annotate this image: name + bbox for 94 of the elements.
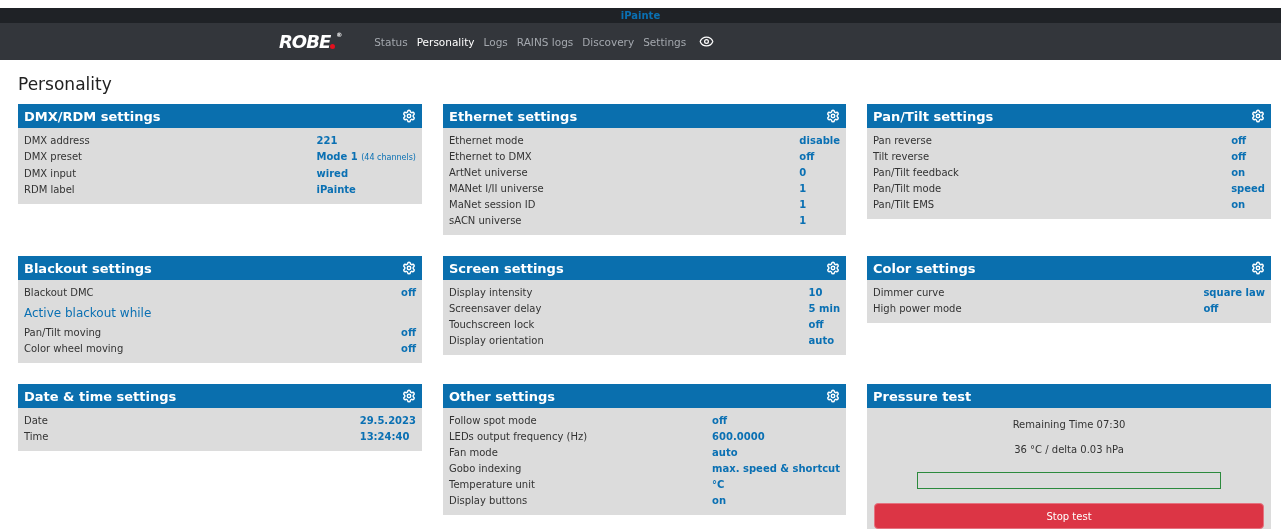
gear-icon[interactable] (826, 389, 840, 403)
setting-value[interactable]: auto (712, 445, 840, 461)
setting-label: Pan/Tilt mode (873, 182, 943, 196)
setting-label: Display buttons (449, 494, 529, 508)
setting-value[interactable]: off (808, 317, 840, 333)
nav-link[interactable]: Settings (643, 35, 687, 48)
panel-title: Other settings (449, 388, 555, 404)
panel-title: Pressure test (873, 388, 972, 404)
setting-label: Pan reverse (873, 134, 933, 148)
gear-icon[interactable] (826, 109, 840, 123)
panel-title: Screen settings (449, 260, 564, 276)
panel-title: Color settings (873, 260, 976, 276)
setting-label: Pan/Tilt moving (24, 326, 103, 340)
setting-label: Color wheel moving (24, 342, 125, 356)
setting-value[interactable]: off (401, 285, 416, 301)
setting-value[interactable]: 221 (316, 133, 416, 149)
gear-icon[interactable] (1251, 109, 1265, 123)
device-name: iPainte (620, 10, 661, 21)
setting-label: Time (24, 430, 50, 444)
setting-label: MANet I/II universe (449, 182, 545, 196)
nav-link[interactable]: Discovery (582, 35, 635, 48)
setting-label: LEDs output frequency (Hz) (449, 430, 589, 444)
setting-value[interactable]: speed (1231, 181, 1265, 197)
setting-value[interactable]: 600.0000 (712, 429, 840, 445)
setting-label: Follow spot mode (449, 414, 538, 428)
setting-value[interactable]: on (712, 493, 840, 509)
setting-value[interactable]: 0 (799, 165, 840, 181)
setting-label: High power mode (873, 302, 963, 316)
setting-label: Blackout DMC (24, 286, 95, 300)
nav-link[interactable]: Status (374, 35, 408, 48)
setting-label: Tilt reverse (873, 150, 931, 164)
setting-value[interactable]: off (712, 413, 840, 429)
setting-value[interactable]: on (1231, 165, 1265, 181)
setting-value[interactable]: off (1203, 301, 1265, 317)
setting-label: Touchscreen lock (449, 318, 536, 332)
setting-value[interactable]: max. speed & shortcut (712, 461, 840, 477)
pressure-reading: 36 °C / delta 0.03 hPa (1014, 443, 1124, 457)
gear-icon[interactable] (402, 389, 416, 403)
setting-value[interactable]: 13:24:40 (359, 429, 416, 445)
panel-title: Pan/Tilt settings (873, 108, 994, 124)
gear-icon[interactable] (402, 261, 416, 275)
setting-label: Fan mode (449, 446, 499, 460)
setting-label: Screensaver delay (449, 302, 543, 316)
setting-label: Ethernet to DMX (449, 150, 533, 164)
gear-icon[interactable] (826, 261, 840, 275)
setting-label: DMX input (24, 167, 78, 181)
panel-title: Blackout settings (24, 260, 152, 276)
setting-value[interactable]: iPainte (316, 182, 416, 198)
setting-label: Pan/Tilt feedback (873, 166, 960, 180)
nav-link[interactable]: RAINS logs (516, 35, 574, 48)
page-title: Personality (18, 74, 113, 94)
setting-value[interactable]: off (1231, 133, 1265, 149)
setting-label: RDM label (24, 183, 76, 197)
setting-value[interactable]: square law (1203, 285, 1265, 301)
setting-label: sACN universe (449, 214, 523, 228)
setting-value[interactable]: off (401, 325, 416, 341)
setting-value[interactable]: on (1231, 197, 1265, 213)
setting-label: MaNet session ID (449, 198, 537, 212)
setting-value[interactable]: 29.5.2023 (359, 413, 416, 429)
panel-title: DMX/RDM settings (24, 108, 161, 124)
eye-icon[interactable] (699, 34, 715, 49)
panel-title: Ethernet settings (449, 108, 578, 124)
setting-label: Pan/Tilt EMS (873, 198, 936, 212)
setting-label: Display intensity (449, 286, 534, 300)
setting-value[interactable]: 1 (799, 213, 840, 229)
setting-value[interactable]: off (1231, 149, 1265, 165)
nav-link[interactable]: Logs (483, 35, 508, 48)
setting-value[interactable]: 5 min (808, 301, 840, 317)
remaining-time: Remaining Time 07:30 (1012, 418, 1126, 432)
setting-value[interactable]: °C (712, 477, 840, 493)
setting-label: Gobo indexing (449, 462, 523, 476)
nav-link[interactable]: Personality (416, 35, 475, 48)
setting-label: Date (24, 414, 49, 428)
setting-label: ArtNet universe (449, 166, 529, 180)
setting-value[interactable]: off (401, 341, 416, 357)
setting-value[interactable]: off (799, 149, 840, 165)
setting-value[interactable]: auto (808, 333, 840, 349)
setting-label: DMX preset (24, 150, 84, 164)
setting-label: Dimmer curve (873, 286, 946, 300)
setting-value[interactable]: 10 (808, 285, 840, 301)
section-subheading: Active blackout while (24, 305, 153, 322)
gear-icon[interactable] (1251, 261, 1265, 275)
gear-icon[interactable] (402, 109, 416, 123)
setting-value[interactable]: wired (316, 166, 416, 182)
setting-value[interactable]: 1 (799, 197, 840, 213)
setting-label: DMX address (24, 134, 91, 148)
setting-label: Ethernet mode (449, 134, 525, 148)
setting-value[interactable]: disable (799, 133, 840, 149)
panel-title: Date & time settings (24, 388, 177, 404)
stop-test-button[interactable]: Stop test (874, 503, 1264, 529)
setting-value[interactable]: Mode 1 (44 channels) (316, 149, 416, 166)
setting-value[interactable]: 1 (799, 181, 840, 197)
setting-label: Display orientation (449, 334, 545, 348)
setting-label: Temperature unit (449, 478, 536, 492)
